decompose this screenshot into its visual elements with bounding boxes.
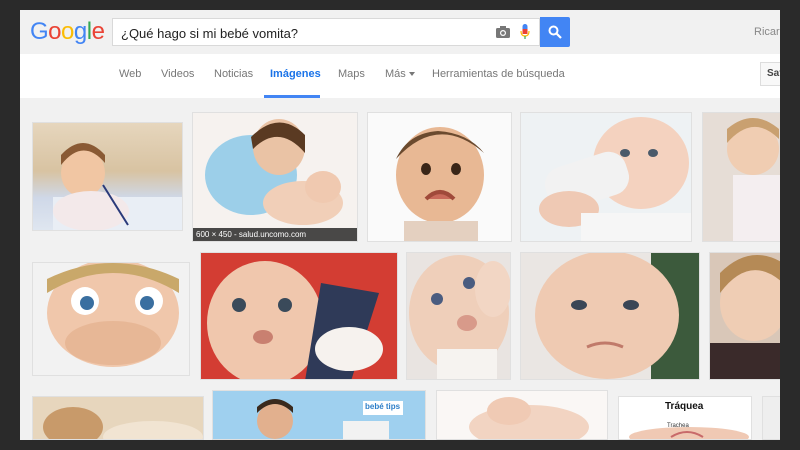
image-thumbnail <box>539 117 691 241</box>
image-result[interactable] <box>709 252 780 380</box>
image-thumbnail <box>469 397 589 439</box>
image-thumbnail <box>201 253 397 379</box>
search-tabs: Web Videos Noticias Imágenes Maps Más He… <box>20 54 780 99</box>
search-button[interactable] <box>540 17 570 47</box>
tab-more-label: Más <box>385 68 406 80</box>
image-result[interactable] <box>436 390 608 440</box>
camera-icon[interactable] <box>495 24 511 40</box>
search-input[interactable] <box>119 22 493 44</box>
image-result[interactable]: bebé tips <box>212 390 426 440</box>
tab-maps[interactable]: Maps <box>338 68 365 80</box>
image-thumbnail <box>33 397 203 439</box>
image-thumbnail <box>213 391 425 439</box>
image-thumbnail <box>53 143 182 230</box>
trachea-sublabel: Trachea <box>667 423 689 429</box>
google-logo[interactable]: Google <box>30 18 105 46</box>
image-result[interactable] <box>406 252 511 380</box>
image-result[interactable] <box>520 252 700 380</box>
image-result[interactable] <box>32 122 183 231</box>
tab-search-tools[interactable]: Herramientas de búsqueda <box>432 68 565 80</box>
image-result[interactable] <box>762 396 780 440</box>
tab-web[interactable]: Web <box>119 68 141 80</box>
image-result[interactable] <box>32 396 204 440</box>
image-result[interactable] <box>32 262 190 376</box>
image-thumbnail <box>47 263 179 367</box>
image-result[interactable] <box>200 252 398 380</box>
image-thumbnail <box>193 113 357 241</box>
header: Google Ricard <box>20 10 780 54</box>
image-result[interactable]: Tráquea Trachea <box>618 396 752 440</box>
trachea-label: Tráquea <box>665 401 704 412</box>
image-thumbnail <box>727 118 780 241</box>
caret-down-icon <box>408 72 415 77</box>
image-result[interactable] <box>702 112 780 242</box>
tab-more[interactable]: Más <box>385 68 415 80</box>
safesearch-button[interactable]: Saf <box>760 62 780 86</box>
image-results-grid: 600 × 450 - salud.uncomo.com bebé tips T… <box>20 98 780 440</box>
tab-images[interactable]: Imágenes <box>270 68 321 80</box>
browser-page: Google Ricard Web <box>20 10 780 440</box>
search-icon <box>548 25 562 39</box>
image-thumbnail <box>710 255 780 379</box>
image-thumbnail <box>409 255 510 379</box>
thumbnail-brand-text: bebé tips <box>365 402 401 411</box>
image-result[interactable]: 600 × 450 - salud.uncomo.com <box>192 112 358 242</box>
search-box[interactable] <box>112 18 540 46</box>
tab-news[interactable]: Noticias <box>214 68 253 80</box>
tab-videos[interactable]: Videos <box>161 68 194 80</box>
user-name[interactable]: Ricard <box>754 26 780 38</box>
image-thumbnail <box>535 253 699 379</box>
image-thumbnail <box>396 127 484 241</box>
microphone-icon[interactable] <box>519 23 531 41</box>
image-result[interactable] <box>520 112 692 242</box>
image-size-tooltip: 600 × 450 - salud.uncomo.com <box>193 228 357 241</box>
image-result[interactable] <box>367 112 512 242</box>
